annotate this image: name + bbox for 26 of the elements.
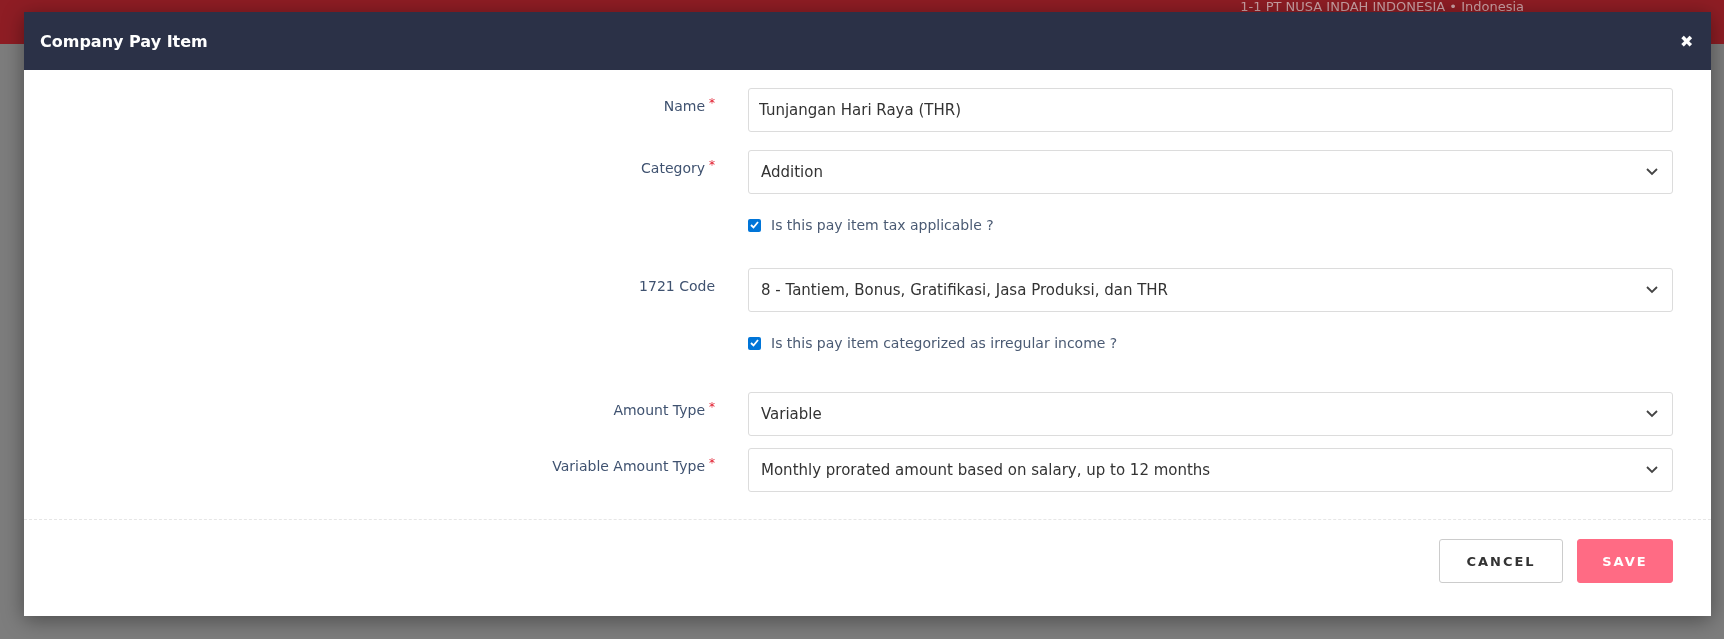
company-name: 1-1 PT NUSA INDAH INDONESIA • Indonesia bbox=[1240, 0, 1524, 16]
select-field[interactable]: Monthly prorated amount based on salary, up to 12 months bbox=[748, 448, 1673, 492]
chevron-down-icon bbox=[1646, 168, 1658, 176]
cancel-button[interactable]: CANCEL bbox=[1439, 539, 1563, 583]
required-mark: * bbox=[709, 157, 715, 172]
required-mark: * bbox=[709, 95, 715, 110]
required-mark: * bbox=[709, 399, 715, 414]
chevron-down-icon bbox=[1646, 286, 1658, 294]
name-field[interactable]: Tunjangan Hari Raya (THR) bbox=[748, 88, 1673, 132]
checkbox[interactable] bbox=[748, 336, 761, 350]
required-mark: * bbox=[709, 455, 715, 470]
select-field[interactable]: Variable bbox=[748, 392, 1673, 436]
dialog-title: Company Pay Item bbox=[40, 31, 208, 51]
checkbox-label: Is this pay item categorized as irregular income ? bbox=[771, 335, 1118, 351]
checkbox[interactable] bbox=[748, 218, 761, 232]
field-label: 1721 Code bbox=[639, 277, 715, 294]
select-field[interactable]: 8 - Tantiem, Bonus, Gratifikasi, Jasa Produksi, dan THR bbox=[748, 268, 1673, 312]
select-field[interactable]: Addition bbox=[748, 150, 1673, 194]
field-label: Category bbox=[641, 159, 705, 176]
close-button[interactable]: ✖ bbox=[1680, 31, 1693, 51]
checkbox-label: Is this pay item tax applicable ? bbox=[771, 217, 994, 233]
chevron-down-icon bbox=[1646, 410, 1658, 418]
chevron-down-icon bbox=[1646, 466, 1658, 474]
field-label: Variable Amount Type bbox=[552, 457, 705, 474]
field-label: Name bbox=[663, 97, 705, 114]
field-label: Amount Type bbox=[613, 401, 705, 418]
